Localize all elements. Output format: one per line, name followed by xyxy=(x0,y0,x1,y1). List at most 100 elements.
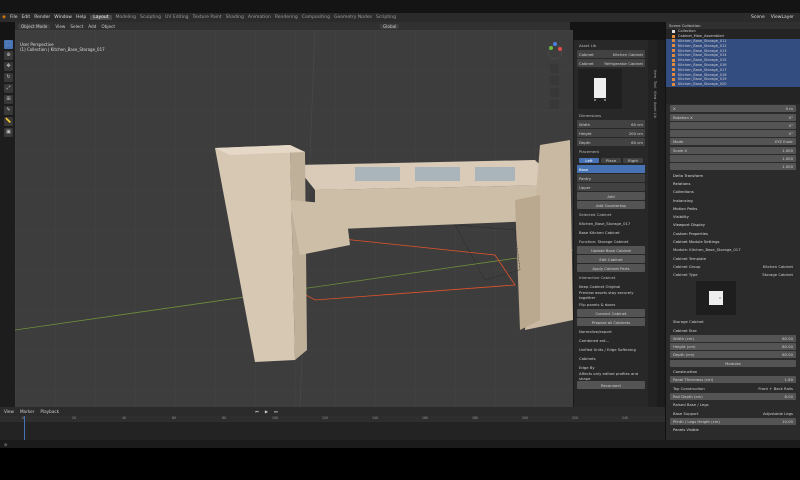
section-collections[interactable]: Collections xyxy=(670,188,796,195)
prepare-cabinets-button[interactable]: Prepare all Cabinets xyxy=(577,318,645,326)
section-motion-paths[interactable]: Motion Paths xyxy=(670,205,796,212)
tab-asset-lib[interactable]: Asset Lib xyxy=(648,102,657,118)
measure-icon[interactable]: 📏 xyxy=(4,117,13,126)
annotate-icon[interactable]: ✎ xyxy=(4,106,13,115)
rotation-mode-select[interactable]: Mode XYZ Euler xyxy=(670,138,796,146)
tab-item[interactable]: Item xyxy=(648,70,657,78)
view-menu[interactable]: View xyxy=(55,24,65,29)
rotation-y-field[interactable]: 0° xyxy=(670,121,796,129)
scale-icon[interactable]: ⤢ xyxy=(4,84,13,93)
tab-uv-editing[interactable]: UV Editing xyxy=(165,15,188,20)
cabinet-depth-field[interactable]: Depth (cm) 60.00 xyxy=(670,351,796,359)
menu-file[interactable]: File xyxy=(10,15,18,20)
list-item-pantry[interactable]: Pantry xyxy=(577,174,645,182)
pan-hand-icon[interactable] xyxy=(550,76,559,85)
scale-z-field[interactable]: 1.000 xyxy=(670,163,796,171)
rail-depth-field[interactable]: Rail Depth (cm) 8.00 xyxy=(670,392,796,400)
tab-rendering[interactable]: Rendering xyxy=(275,15,298,20)
rotate-icon[interactable]: ↻ xyxy=(4,73,13,82)
jump-end-icon[interactable]: ⏭ xyxy=(274,409,278,414)
rotation-x-field[interactable]: Rotation X 0° xyxy=(670,113,796,121)
add-countertop-button[interactable]: Add Countertop xyxy=(577,201,645,209)
cabinet-type-row[interactable]: Cabinet Type Storage Cabinet xyxy=(670,271,796,278)
top-construction-row[interactable]: Top Construction Front + Back Rails xyxy=(670,385,796,392)
transform-icon[interactable]: ⊞ xyxy=(4,95,13,104)
scale-y-field[interactable]: 1.000 xyxy=(670,155,796,163)
height-field[interactable]: Height 200 cm xyxy=(577,129,645,137)
x-axis-icon[interactable] xyxy=(558,47,562,51)
placement-right-button[interactable]: Right xyxy=(623,157,643,163)
list-item-base[interactable]: Base xyxy=(577,165,645,173)
section-relations[interactable]: Relations xyxy=(670,180,796,187)
timeline-playback-menu[interactable]: Playback xyxy=(40,409,59,414)
scale-x-field[interactable]: Scale X 1.000 xyxy=(670,146,796,154)
cabinet-selector[interactable]: Cabinet Kitchen Cabinet xyxy=(577,50,645,58)
section-custom-properties[interactable]: Custom Properties xyxy=(670,230,796,237)
tab-tool[interactable]: Tool xyxy=(648,81,657,88)
tab-layout[interactable]: Layout xyxy=(90,15,112,20)
cabinet-group-row[interactable]: Cabinet Group Kitchen Cabinet xyxy=(670,263,796,270)
outliner-row[interactable]: Kitchen_Base_Storage_020 xyxy=(666,81,800,87)
add-button[interactable]: Add xyxy=(577,192,645,200)
base-support-row[interactable]: Base Support Adjustable Legs xyxy=(670,410,796,417)
tab-texture-paint[interactable]: Texture Paint xyxy=(193,15,222,20)
orientation-selector[interactable]: Global xyxy=(380,23,400,29)
category-selector[interactable]: Cabinet Refrigerator Cabinet xyxy=(577,59,645,67)
select-menu[interactable]: Select xyxy=(70,24,83,29)
edit-cabinet-button[interactable]: Edit Cabinet xyxy=(577,255,645,263)
apply-parts-button[interactable]: Apply Cabinet Parts xyxy=(577,264,645,272)
tab-geometry-nodes[interactable]: Geometry Nodes xyxy=(334,15,372,20)
object-menu[interactable]: Object xyxy=(101,24,115,29)
menu-render[interactable]: Render xyxy=(34,15,50,20)
list-item-upper[interactable]: Upper xyxy=(577,183,645,191)
camera-icon[interactable] xyxy=(550,88,559,97)
place-button[interactable]: Place xyxy=(601,157,621,163)
navigation-gizmo[interactable] xyxy=(540,40,570,140)
grid-toggle-icon[interactable] xyxy=(550,100,559,109)
panel-thickness-field[interactable]: Panel Thickness (cm) 1.80 xyxy=(670,376,796,384)
timeline-view-menu[interactable]: View xyxy=(4,409,14,414)
raised-base-checkbox[interactable]: Raised Base / Legs xyxy=(670,401,796,408)
z-axis-icon[interactable] xyxy=(553,42,557,46)
keep-original-checkbox[interactable]: Keep Cabinet Original xyxy=(577,282,645,290)
cabinet-type-thumbnail[interactable] xyxy=(696,281,736,316)
menu-help[interactable]: Help xyxy=(76,15,86,20)
menu-edit[interactable]: Edit xyxy=(21,15,30,20)
depth-field[interactable]: Depth 60 cm xyxy=(577,138,645,146)
section-instancing[interactable]: Instancing xyxy=(670,197,796,204)
section-cabinet-settings[interactable]: Cabinet Module Settings xyxy=(670,238,796,245)
left-base-cabinet[interactable] xyxy=(290,200,350,255)
mode-selector[interactable]: Object Mode xyxy=(18,23,51,29)
3d-viewport[interactable] xyxy=(15,30,573,407)
view-layer-selector[interactable]: ViewLayer xyxy=(771,15,794,20)
tab-compositing[interactable]: Compositing xyxy=(302,15,330,20)
tab-sculpting[interactable]: Sculpting xyxy=(140,15,161,20)
tab-modeling[interactable]: Modeling xyxy=(116,15,136,20)
play-icon[interactable]: ▶ xyxy=(265,409,268,414)
section-viewport-display[interactable]: Viewport Display xyxy=(670,221,796,228)
unified-units-checkbox[interactable]: Unified Units / Edge Softening xyxy=(577,345,645,353)
location-x-field[interactable]: X 0 m xyxy=(670,105,796,113)
cabinet-width-field[interactable]: Width (cm) 60.00 xyxy=(670,334,796,342)
y-axis-icon[interactable] xyxy=(549,46,553,50)
tab-view[interactable]: View xyxy=(648,91,657,99)
rotation-z-field[interactable]: 0° xyxy=(670,130,796,138)
width-field[interactable]: Width 60 cm xyxy=(577,120,645,128)
section-delta-transform[interactable]: Delta Transform xyxy=(670,172,796,179)
timeline-marker-menu[interactable]: Marker xyxy=(20,409,34,414)
placement-left-button[interactable]: Left xyxy=(579,157,599,163)
update-cabinet-button[interactable]: Update Base Cabinet xyxy=(577,246,645,254)
blender-logo-icon[interactable]: ◉ xyxy=(2,15,6,20)
tab-scripting[interactable]: Scripting xyxy=(376,15,396,20)
select-box-icon[interactable]: ⬚ xyxy=(4,40,13,49)
jump-start-icon[interactable]: ⏮ xyxy=(255,409,259,414)
menu-window[interactable]: Window xyxy=(54,15,72,20)
tab-shading[interactable]: Shading xyxy=(226,15,244,20)
cabinet-thumbnail[interactable] xyxy=(578,69,622,109)
add-cube-icon[interactable]: ▣ xyxy=(4,128,13,137)
reconnect-button[interactable]: Reconnect xyxy=(577,381,645,389)
convert-cabinet-button[interactable]: Convert Cabinet xyxy=(577,309,645,317)
tab-animation[interactable]: Animation xyxy=(248,15,271,20)
move-icon[interactable]: ✥ xyxy=(4,62,13,71)
cabinet-height-field[interactable]: Height (cm) 80.00 xyxy=(670,343,796,351)
